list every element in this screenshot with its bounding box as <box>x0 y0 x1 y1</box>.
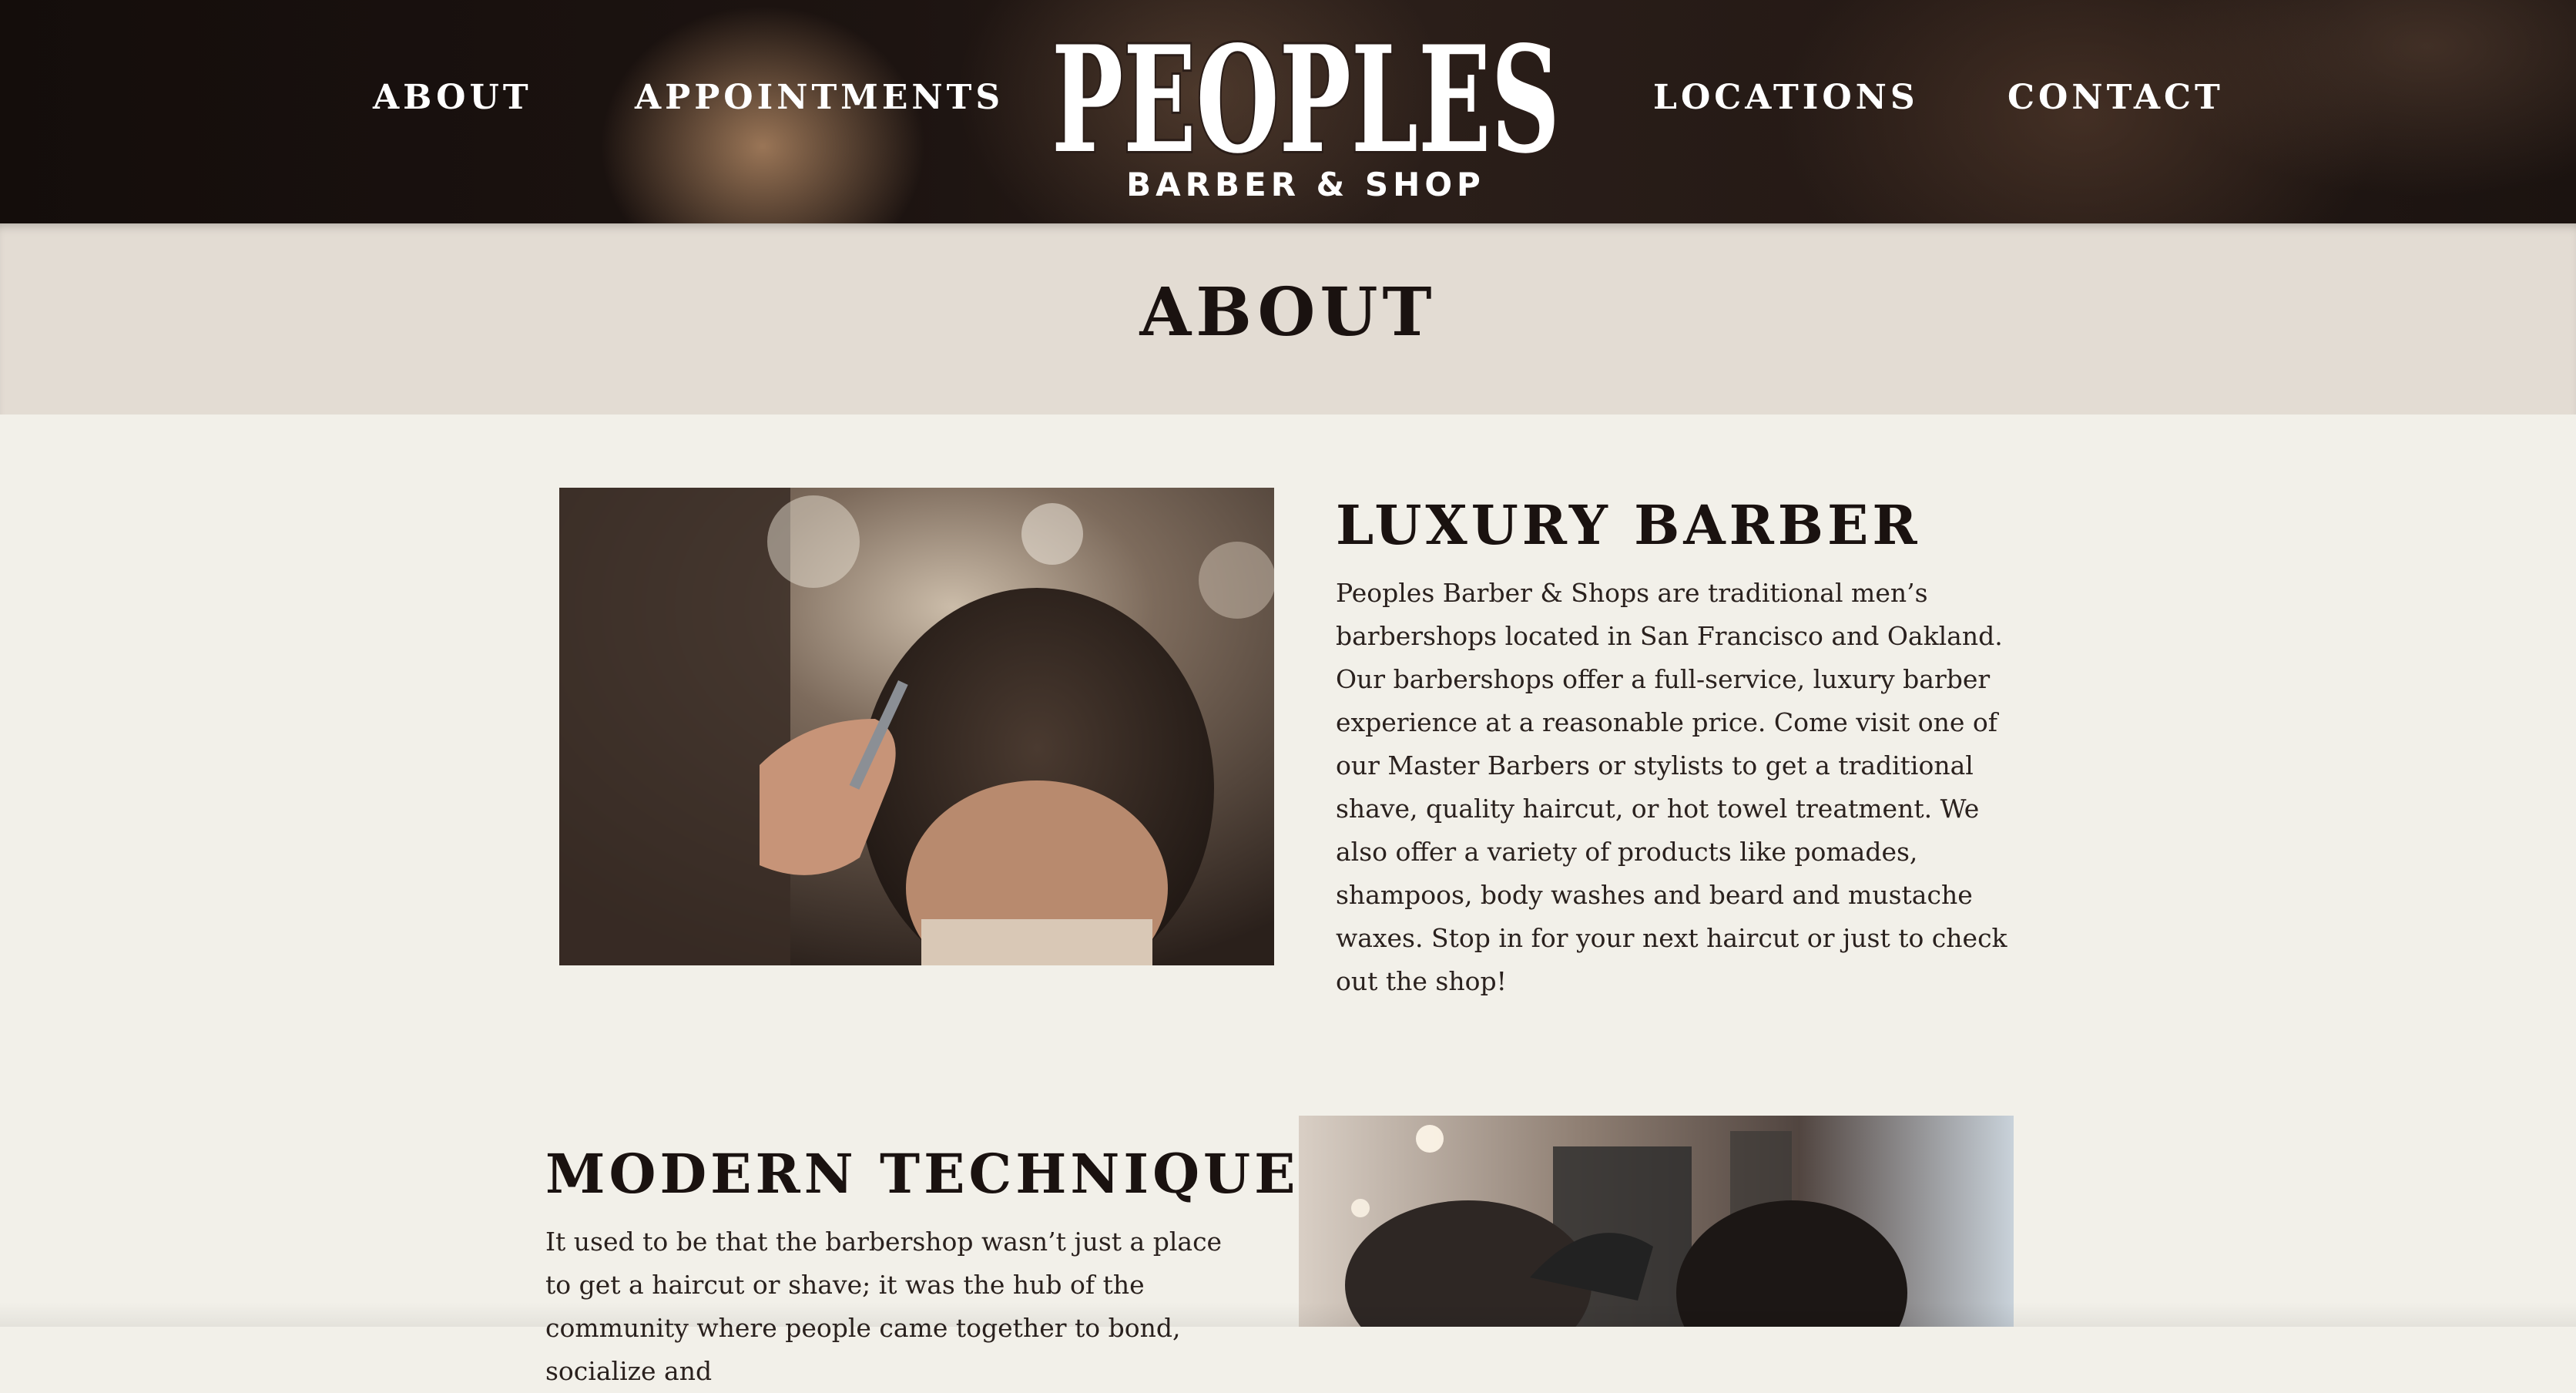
nav-link-contact[interactable]: CONTACT <box>2007 73 2224 123</box>
barber-cutting-hair-photo <box>559 488 1274 965</box>
section-heading-modern-technique: MODERN TECHNIQUE <box>545 1142 1300 1206</box>
peoples-logo-graphic: PEOPLES BARBER & SHOP <box>1049 12 1562 203</box>
nav-link-appointments[interactable]: APPOINTMENTS <box>635 73 1004 123</box>
barber-clipper-photo <box>1299 1116 2014 1327</box>
logo-wordmark: PEOPLES <box>1052 14 1560 186</box>
nav-link-locations[interactable]: LOCATIONS <box>1653 73 1919 123</box>
nav-link-about[interactable]: ABOUT <box>373 73 532 123</box>
section-body-luxury-barber: Peoples Barber & Shops are traditional m… <box>1336 578 2007 996</box>
bottom-edge-shadow <box>0 1302 2576 1327</box>
logo-tagline: BARBER & SHOP <box>1126 166 1485 203</box>
page-title: ABOUT <box>1139 274 1437 351</box>
section-heading-luxury-barber: LUXURY BARBER <box>1336 493 1921 557</box>
site-logo[interactable]: PEOPLES BARBER & SHOP <box>1040 0 1571 208</box>
